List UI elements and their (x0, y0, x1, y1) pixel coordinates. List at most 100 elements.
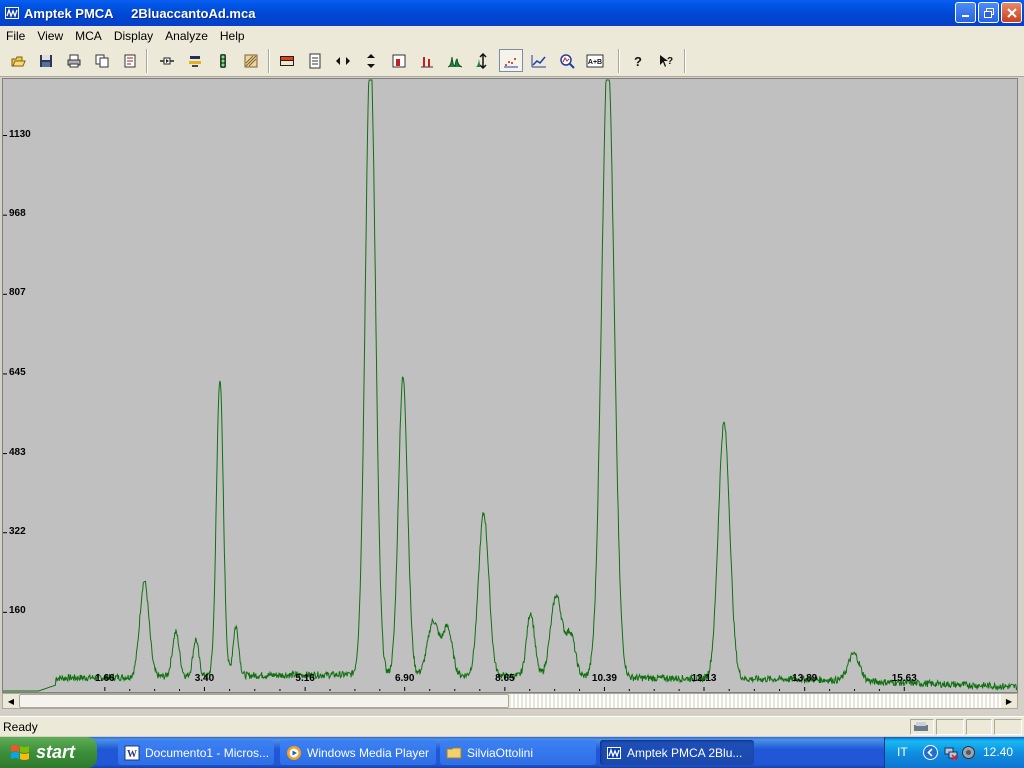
horizontal-zoom-icon (336, 56, 350, 65)
copy-icon (95, 54, 109, 67)
scroll-track[interactable] (511, 694, 1001, 708)
status-bar: Ready (0, 716, 1024, 736)
taskbar-item-label: Windows Media Player (307, 745, 430, 760)
taskbar-media-player[interactable]: Windows Media Player (280, 740, 436, 765)
volume-icon[interactable] (961, 745, 976, 760)
language-indicator[interactable]: IT (897, 745, 908, 759)
menu-display[interactable]: Display (108, 29, 159, 43)
print-icon (67, 54, 81, 67)
restore-button[interactable] (978, 2, 999, 23)
minimize-icon (961, 14, 969, 17)
horizontal-zoom-button[interactable] (331, 49, 355, 72)
menu-view[interactable]: View (31, 29, 69, 43)
scroll-left-button[interactable]: ◀ (3, 694, 19, 708)
spectrum-color-button[interactable] (275, 49, 299, 72)
bar-chart-button[interactable] (415, 49, 439, 72)
window-title: Amptek PMCA 2BluaccantoAd.mca (24, 5, 256, 21)
media-player-icon (287, 745, 301, 760)
magnify-icon (560, 53, 575, 69)
clock[interactable]: 12.40 (983, 745, 1013, 759)
help-button[interactable]: ? (626, 49, 650, 72)
spectrum-line (3, 79, 1017, 692)
menu-file[interactable]: File (0, 29, 31, 43)
network-icon[interactable] (943, 745, 958, 760)
menu-help[interactable]: Help (214, 29, 251, 43)
status-panel-icon (910, 719, 934, 735)
y-tick-label: 807 (9, 287, 26, 299)
taskbar-folder[interactable]: SilviaOttolini (440, 740, 596, 765)
bar-chart-icon (421, 56, 433, 67)
x-tick-label: 1.66 (95, 673, 115, 684)
svg-text:A+B: A+B (588, 59, 602, 66)
open-button[interactable] (6, 49, 30, 72)
magnify-button[interactable] (555, 49, 579, 72)
spectrum-svg (3, 79, 1017, 692)
app-icon (5, 7, 19, 19)
vertical-zoom-button[interactable] (359, 49, 383, 72)
peaks-button[interactable] (443, 49, 467, 72)
traffic-light-button[interactable] (211, 49, 235, 72)
spectrum-color-icon (280, 55, 294, 66)
document-button[interactable] (303, 49, 327, 72)
menu-analyze[interactable]: Analyze (159, 29, 214, 43)
windows-logo-icon (11, 744, 29, 760)
a-plus-b-button[interactable]: A+B (583, 49, 607, 72)
context-help-button[interactable]: ? (654, 49, 678, 72)
toolbar: A+B?? (0, 45, 1024, 77)
x-tick-label: 5.16 (295, 673, 315, 684)
x-tick-label: 12.13 (691, 673, 717, 684)
system-tray: IT 12.40 (884, 737, 1024, 768)
svg-text:?: ? (667, 56, 673, 67)
connect-icon (160, 57, 174, 64)
spectrum-plot[interactable]: 1130 968 807 645 483 322 160 1.66 3.40 5.16 6.90 8.… (2, 78, 1018, 693)
properties-button[interactable] (118, 49, 142, 72)
peaks-icon (447, 56, 463, 67)
taskbar-item-label: Documento1 - Micros... (145, 745, 270, 760)
save-button[interactable] (34, 49, 58, 72)
x-tick-label: 3.40 (194, 673, 215, 684)
connect-button[interactable] (155, 49, 179, 72)
taskbar-item-label: Amptek PMCA 2Blu... (627, 745, 743, 760)
status-panel-3 (966, 719, 992, 735)
roi-button[interactable] (387, 49, 411, 72)
close-icon (1006, 7, 1017, 18)
minimize-button[interactable] (955, 2, 976, 23)
menu-mca[interactable]: MCA (69, 29, 108, 43)
tray-expand-icon[interactable] (923, 745, 938, 760)
acquire-button[interactable] (183, 49, 207, 72)
x-tick-label: 8.65 (495, 673, 515, 684)
start-button[interactable]: start (0, 737, 97, 768)
svg-text:?: ? (634, 54, 642, 69)
save-icon (40, 54, 52, 67)
scroll-thumb[interactable] (19, 694, 509, 708)
pmca-icon (607, 746, 621, 759)
y-tick-label: 160 (9, 605, 26, 617)
acquire-icon (189, 55, 201, 67)
taskbar-word[interactable]: W Documento1 - Micros... (118, 740, 274, 765)
clear-button[interactable] (239, 49, 263, 72)
a-plus-b-icon: A+B (586, 54, 604, 67)
x-tick-label: 13.89 (792, 673, 818, 684)
taskbar-pmca[interactable]: Amptek PMCA 2Blu... (600, 740, 754, 765)
horizontal-scrollbar[interactable]: ◀ ▶ (2, 693, 1018, 709)
y-tick-label: 968 (9, 208, 26, 220)
open-icon (11, 56, 26, 66)
title-bar[interactable]: Amptek PMCA 2BluaccantoAd.mca (0, 0, 1024, 26)
close-button[interactable] (1001, 2, 1022, 23)
points-button[interactable] (499, 49, 523, 72)
line-plot-button[interactable] (527, 49, 551, 72)
toolbar-separator (684, 49, 686, 73)
help-icon: ? (634, 54, 642, 69)
y-tick-label: 645 (9, 366, 26, 378)
scroll-right-button[interactable]: ▶ (1001, 694, 1017, 708)
autoscale-button[interactable] (471, 49, 495, 72)
taskbar-item-label: SilviaOttolini (467, 745, 534, 760)
toolbar-separator (268, 49, 270, 73)
status-text: Ready (3, 720, 38, 734)
menu-bar: File View MCA Display Analyze Help (0, 26, 1024, 45)
print-button[interactable] (62, 49, 86, 72)
properties-icon (124, 54, 136, 67)
autoscale-icon (476, 52, 487, 69)
copy-button[interactable] (90, 49, 114, 72)
word-icon: W (124, 745, 140, 760)
